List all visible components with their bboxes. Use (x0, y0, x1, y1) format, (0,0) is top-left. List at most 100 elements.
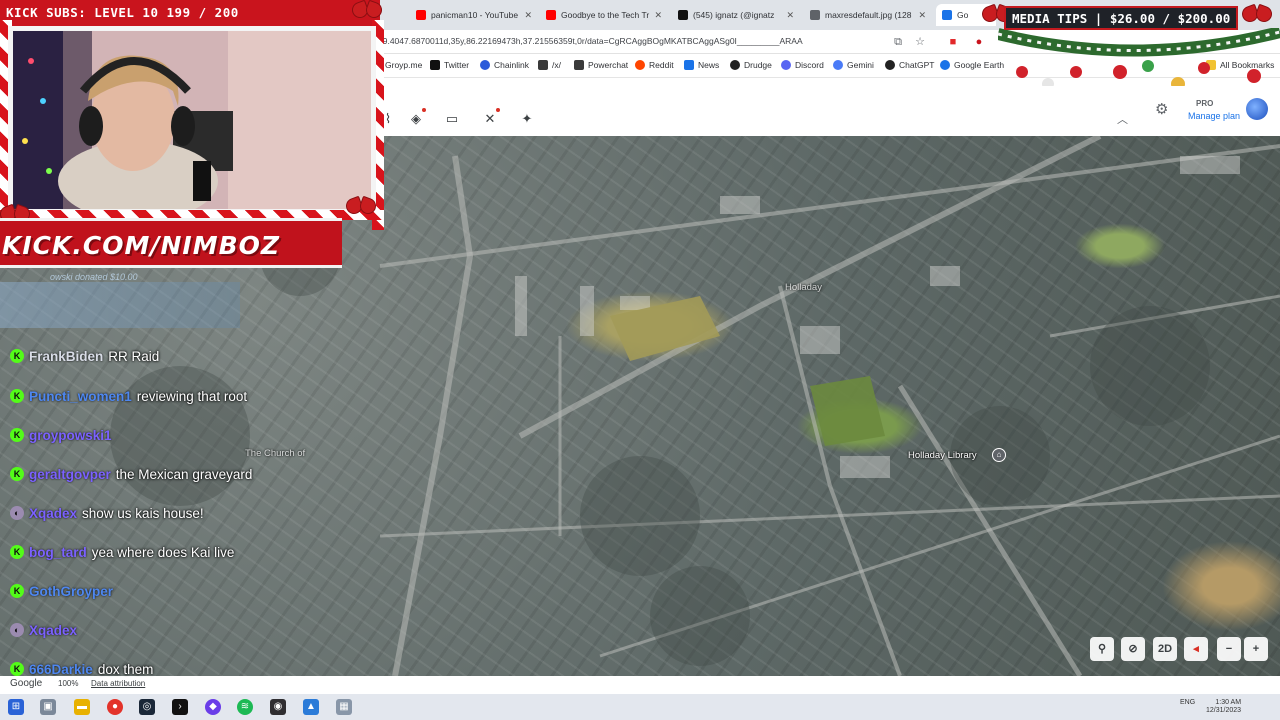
kick-badge-icon: K (10, 349, 24, 363)
chat-text: reviewing that root (136, 388, 248, 404)
notification-dot (496, 108, 500, 112)
bookmark-twitter[interactable]: Twitter (430, 60, 469, 70)
tab-goodbye-tech[interactable]: Goodbye to the Tech Tr ✕ (540, 4, 668, 26)
chrome-icon[interactable]: ● (107, 699, 123, 715)
webcam-feed (8, 26, 376, 214)
chatgpt-icon (885, 60, 895, 70)
chat-username: bog_tard (29, 544, 87, 560)
close-icon[interactable]: ✕ (524, 10, 532, 21)
north-arrow-icon[interactable]: ◂ (1184, 637, 1208, 661)
app-icon[interactable]: ▦ (336, 699, 352, 715)
x-logo-icon (430, 60, 440, 70)
bookmark-discord[interactable]: Discord (781, 60, 824, 70)
app-icon[interactable]: ▲ (303, 699, 319, 715)
file-explorer-icon[interactable]: ▬ (74, 699, 90, 715)
measure-icon[interactable]: ▭ (443, 110, 461, 128)
bookmark-google-earth[interactable]: Google Earth (940, 60, 1004, 70)
chat-username: 666Darkie (29, 661, 93, 677)
chat-message: ◐ Xqadex (10, 620, 82, 640)
chat-username: GothGroyper (29, 583, 114, 599)
bookmark-label: Powerchat (588, 60, 629, 70)
chat-username: Xqadex (29, 622, 78, 638)
media-tips-text: MEDIA TIPS | $26.00 / $200.00 (1012, 11, 1231, 26)
task-view-icon[interactable]: ▣ (40, 699, 56, 715)
library-icon[interactable]: ⌂ (992, 448, 1006, 462)
chat-message: K Puncti_women1 reviewing that root (10, 386, 247, 406)
layers-icon[interactable]: ◈ (407, 108, 426, 128)
sparkle-icon[interactable]: ✦ (518, 110, 536, 128)
moderator-badge-icon: ◐ (10, 506, 24, 520)
extension-icon[interactable]: ● (972, 35, 986, 49)
bookmark-x-board[interactable]: /x/ (538, 60, 561, 70)
chat-message: K 666Darkie dox them (10, 659, 153, 679)
address-bar-url[interactable]: 19.4047.6870011d,35y,86.22169473h,37.215… (378, 36, 803, 46)
chat-text: show us kais house! (82, 505, 204, 521)
tab-youtube[interactable]: panicman10 - YouTube ✕ (410, 4, 538, 26)
close-icon[interactable]: ✕ (786, 10, 794, 21)
close-icon[interactable]: ✕ (654, 10, 662, 21)
tab-title: panicman10 - YouTube (431, 10, 519, 20)
close-icon[interactable]: ✕ (918, 10, 926, 21)
compass-icon[interactable]: ⊘ (1121, 637, 1145, 661)
extension-icon[interactable]: ■ (946, 35, 960, 49)
steam-icon[interactable]: ◎ (139, 699, 155, 715)
map-label-holladay[interactable]: Holladay (785, 282, 822, 293)
kick-badge-icon: K (10, 389, 24, 403)
pegman-icon[interactable]: ⚲ (1090, 637, 1114, 661)
bookmark-gemini[interactable]: Gemini (833, 60, 874, 70)
terminal-icon[interactable]: › (172, 699, 188, 715)
christmas-bow-icon (352, 0, 382, 24)
bookmark-groyp[interactable]: Groyp.me (385, 60, 422, 70)
tab-title: Go (957, 10, 969, 20)
tab-x-ignatz[interactable]: (545) ignatz (@ignatz ✕ (672, 4, 800, 26)
bookmark-powerchat[interactable]: Powerchat (574, 60, 628, 70)
kick-badge-icon: K (10, 584, 24, 598)
discord-icon[interactable]: ◆ (205, 699, 221, 715)
bookmark-label: Google Earth (954, 60, 1005, 70)
google-earth-icon (940, 60, 950, 70)
chat-text: dox them (97, 661, 154, 677)
zoom-out-button[interactable]: − (1217, 637, 1241, 661)
view-2d-button[interactable]: 2D (1153, 637, 1177, 661)
chat-username: groypowski1 (29, 427, 112, 443)
christmas-bow-icon (346, 196, 376, 220)
clock[interactable]: 1:30 AM 12/31/2023 (1206, 699, 1241, 715)
zoom-in-button[interactable]: + (1244, 637, 1268, 661)
install-app-icon[interactable]: ⧉ (891, 35, 905, 49)
bookmark-label: Drudge (744, 60, 772, 70)
kick-badge-icon: K (10, 545, 24, 559)
clover-icon (574, 60, 584, 70)
avatar[interactable] (1246, 98, 1268, 120)
tab-maxresdefault[interactable]: maxresdefault.jpg (128 ✕ (804, 4, 932, 26)
bookmark-chainlink[interactable]: Chainlink (480, 60, 529, 70)
kick-badge-icon: K (10, 467, 24, 481)
bookmark-news[interactable]: News (684, 60, 719, 70)
chat-message: K geraltgovper the Mexican graveyard (10, 464, 252, 484)
christmas-bow-icon (1242, 4, 1272, 28)
satellite-tools-icon[interactable]: ✕ (481, 108, 500, 128)
gear-icon[interactable]: ⚙ (1155, 100, 1168, 118)
obs-icon[interactable]: ◉ (270, 699, 286, 715)
manage-plan-link[interactable]: Manage plan (1188, 111, 1240, 121)
chevron-up-icon[interactable]: ︿ (1117, 111, 1128, 127)
language-indicator[interactable]: ENG (1180, 699, 1195, 707)
map-label-holladay-library[interactable]: Holladay Library (908, 450, 977, 461)
spotify-icon[interactable]: ≋ (237, 699, 253, 715)
kick-url-text: KICK.COM/NIMBOZ (2, 231, 281, 260)
chat-text: the Mexican graveyard (115, 466, 253, 482)
bookmark-chatgpt[interactable]: ChatGPT (885, 60, 934, 70)
news-icon (684, 60, 694, 70)
kick-badge-icon: K (10, 428, 24, 442)
bookmark-label: News (698, 60, 720, 70)
star-bookmark-icon[interactable]: ☆ (913, 35, 927, 49)
subs-goal-banner: KICK SUBS: LEVEL 10 199 / 200 (0, 0, 380, 26)
windows-start-icon[interactable]: ⊞ (8, 699, 24, 715)
bookmark-label: Gemini (847, 60, 874, 70)
data-attribution-link[interactable]: Data attribution (91, 679, 145, 688)
map-label-church[interactable]: The Church of (245, 448, 305, 459)
reddit-icon (635, 60, 645, 70)
bookmark-drudge[interactable]: Drudge (730, 60, 772, 70)
x-logo-icon (678, 10, 688, 20)
bookmark-reddit[interactable]: Reddit (635, 60, 674, 70)
christmas-garland (998, 28, 1280, 86)
